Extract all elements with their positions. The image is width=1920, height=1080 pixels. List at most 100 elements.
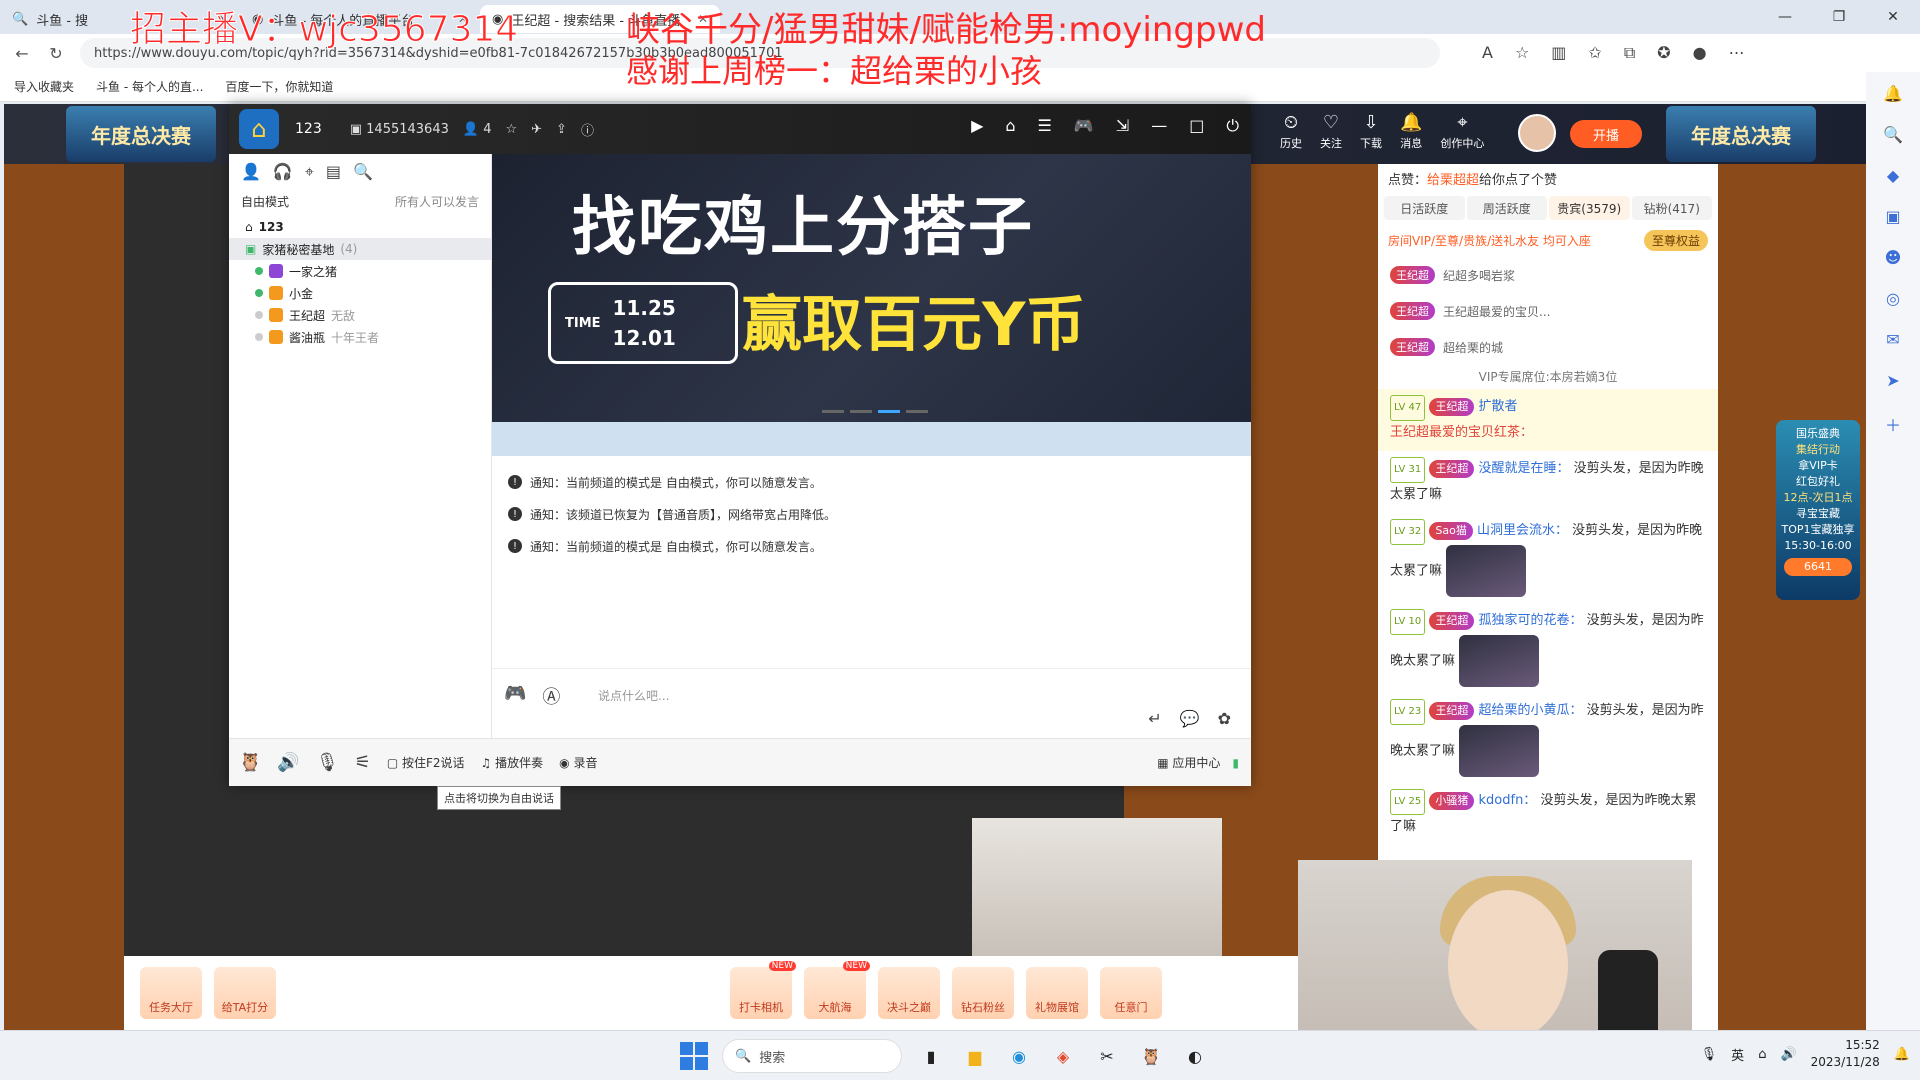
more-icon[interactable]: ⋯ <box>1729 43 1745 63</box>
carousel-dot[interactable] <box>822 410 844 413</box>
capcut-icon[interactable]: ✂ <box>1092 1041 1122 1071</box>
favorites-icon[interactable]: ✩ <box>1588 43 1601 63</box>
speaker-icon[interactable]: 🔊 <box>277 752 299 773</box>
tree-member[interactable]: 一家之猪 <box>229 260 491 282</box>
vip-rights-button[interactable]: 至尊权益 <box>1643 230 1708 251</box>
notification-center-icon[interactable]: 🔔 <box>1894 1047 1910 1062</box>
extensions-icon[interactable]: ✪ <box>1657 43 1670 63</box>
yy-icon[interactable]: 🦉 <box>1136 1041 1166 1071</box>
carousel-dot[interactable] <box>850 410 872 413</box>
nav-history[interactable]: ⏲ 历史 <box>1280 112 1302 151</box>
start-icon[interactable] <box>680 1042 708 1070</box>
share-icon[interactable]: ⇪ <box>556 122 567 137</box>
office-icon[interactable]: ◎ <box>1886 289 1900 308</box>
notifications-icon[interactable]: 🔔 <box>1883 84 1903 103</box>
banner-left[interactable]: 年度总决赛 <box>66 106 216 162</box>
gift-duel[interactable]: 决斗之巅 <box>878 967 940 1019</box>
user-avatar[interactable] <box>1518 114 1556 152</box>
gift-gallery[interactable]: 礼物展馆 <box>1026 967 1088 1019</box>
network-icon[interactable]: ⌂ <box>1758 1047 1766 1062</box>
ptt-button[interactable]: ▢ 按住F2说话 <box>387 754 465 771</box>
task-view-icon[interactable]: ▮ <box>916 1041 946 1071</box>
bookmark-douyu[interactable]: 斗鱼 - 每个人的直... <box>96 78 203 95</box>
bookmark-baidu[interactable]: 百度一下，你就知道 <box>225 78 333 95</box>
tab-weekly[interactable]: 周活跃度 <box>1466 196 1547 220</box>
mic-icon[interactable]: 🎙 <box>316 752 339 773</box>
chat-image[interactable] <box>1459 725 1540 777</box>
send-icon[interactable]: ➤ <box>1886 371 1899 390</box>
flower-icon[interactable]: ✿ <box>1218 709 1231 728</box>
split-icon[interactable]: ▥ <box>1551 43 1566 63</box>
rank-row[interactable]: 王纪超 超给栗的城 <box>1378 329 1718 365</box>
outlook-icon[interactable]: ✉ <box>1886 330 1899 349</box>
nav-follow[interactable]: ♡ 关注 <box>1320 112 1342 151</box>
video-icon[interactable]: ▶ <box>971 116 983 136</box>
ime-indicator[interactable]: 英 <box>1731 1045 1744 1064</box>
power-icon[interactable]: ⏻ <box>1226 116 1239 136</box>
kaibo-button[interactable]: 开播 <box>1570 120 1642 148</box>
favorite-icon[interactable]: ☆ <box>1515 43 1529 63</box>
gamepad-icon[interactable]: 🎮 <box>504 683 526 709</box>
music-button[interactable]: ♫ 播放伴奏 <box>481 754 544 771</box>
mic-tray-icon[interactable]: 🎙 <box>1701 1047 1718 1062</box>
add-icon[interactable]: ＋ <box>1885 412 1901 436</box>
chat-image[interactable] <box>1446 545 1527 597</box>
headset-icon[interactable]: 🎧 <box>273 162 293 182</box>
refresh-icon[interactable]: ↻ <box>46 44 66 63</box>
tab-vip[interactable]: 贵宾(3579) <box>1549 196 1630 220</box>
tree-root[interactable]: ⌂ 123 <box>229 216 491 238</box>
back-icon[interactable]: ← <box>12 44 32 63</box>
notes-icon[interactable]: ▤ <box>326 162 341 182</box>
carousel-dot[interactable] <box>878 410 900 413</box>
yy-home-icon[interactable]: ⌂ <box>239 109 279 149</box>
gamepad-icon[interactable]: 🎮 <box>1074 116 1094 136</box>
search-icon[interactable]: 🔍 <box>353 162 373 182</box>
list-icon[interactable]: ☰ <box>1038 116 1052 136</box>
carousel-dot[interactable] <box>906 410 928 413</box>
home-icon[interactable]: ⌂ <box>1005 116 1015 136</box>
minimize-icon[interactable]: — <box>1151 116 1167 136</box>
minimize-icon[interactable]: — <box>1758 0 1812 34</box>
bookmark-import[interactable]: 导入收藏夹 <box>14 78 74 95</box>
profile-icon[interactable]: ● <box>1693 43 1707 63</box>
tree-group[interactable]: ▣ 家猪秘密基地 (4) <box>229 238 491 260</box>
star-icon[interactable]: ☆ <box>505 122 517 137</box>
mixer-icon[interactable]: ⚟ <box>355 752 371 773</box>
rank-row[interactable]: 王纪超 纪超多喝岩浆 <box>1378 257 1718 293</box>
promo-banner[interactable]: 国乐盛典 集结行动 拿VIP卡 红包好礼 12点-次日1点 寻宝宝藏 TOP1宝… <box>1776 420 1860 600</box>
tree-member[interactable]: 王纪超 无敌 <box>229 304 491 326</box>
tag-icon[interactable]: ◆ <box>1887 166 1899 185</box>
tree-member[interactable]: 小金 <box>229 282 491 304</box>
gift-task-hall[interactable]: 任务大厅 <box>140 967 202 1019</box>
volume-icon[interactable]: 🔊 <box>1780 1047 1796 1062</box>
translate-icon[interactable]: Ⓐ <box>542 683 560 709</box>
chat-input[interactable]: 说点什么吧... <box>598 687 669 704</box>
gift-camera[interactable]: NEW 打卡相机 <box>730 961 796 1019</box>
enter-icon[interactable]: ↵ <box>1148 709 1161 728</box>
toolbox-icon[interactable]: ▣ <box>1885 207 1900 226</box>
info-icon[interactable]: ⓘ <box>581 120 594 139</box>
avatar-icon[interactable]: 🦉 <box>239 752 261 773</box>
minimize-mini-icon[interactable]: ⇲ <box>1116 116 1129 136</box>
plane-icon[interactable]: ✈ <box>531 122 542 137</box>
app-center-button[interactable]: ▦ 应用中心 <box>1157 754 1220 771</box>
nav-messages[interactable]: 🔔 消息 <box>1400 112 1422 151</box>
read-aloud-icon[interactable]: A <box>1482 43 1493 63</box>
gift-voyage[interactable]: NEW 大航海 <box>804 961 870 1019</box>
restore-icon[interactable]: ❐ <box>1812 0 1866 34</box>
app2-icon[interactable]: ◐ <box>1180 1041 1210 1071</box>
gift-any-door[interactable]: 任意门 <box>1100 967 1162 1019</box>
search-icon[interactable]: 🔍 <box>1883 125 1903 144</box>
close-window-icon[interactable]: ✕ <box>1866 0 1920 34</box>
location-icon[interactable]: ⌖ <box>305 162 314 182</box>
chat-image[interactable] <box>1459 635 1540 687</box>
maximize-icon[interactable]: □ <box>1189 116 1204 136</box>
event-poster[interactable]: 找吃鸡上分搭子 TIME 11.25 12.01 赢取百元Y币 <box>492 154 1251 422</box>
gift-diamond-fans[interactable]: 钻石粉丝 <box>952 967 1014 1019</box>
banner-right[interactable]: 年度总决赛 <box>1666 106 1816 162</box>
bubble-icon[interactable]: 💬 <box>1180 709 1200 728</box>
edge-icon[interactable]: ◉ <box>1004 1041 1034 1071</box>
clock[interactable]: 15:52 2023/11/28 <box>1811 1037 1880 1071</box>
taskbar-search[interactable]: 🔍 搜索 <box>722 1039 902 1073</box>
record-button[interactable]: ◉ 录音 <box>559 754 597 771</box>
